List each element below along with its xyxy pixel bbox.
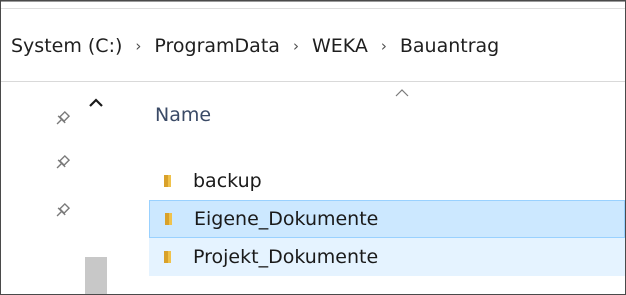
sort-ascending-icon[interactable] [394, 88, 410, 98]
list-item-label: Eigene_Dokumente [194, 208, 379, 230]
folder-icon [164, 175, 171, 187]
divider [1, 1, 625, 2]
breadcrumb-item-bauantrag[interactable]: Bauantrag [400, 31, 499, 61]
list-item-label: backup [193, 170, 262, 192]
scrollbar-thumb[interactable] [85, 257, 107, 294]
list-item[interactable]: Eigene_Dokumente [149, 200, 625, 238]
file-explorer-window: System (C:) › ProgramData › WEKA › Bauan… [0, 0, 626, 295]
file-list: Name backup Eigene_Dokumente Projekt_Dok… [149, 82, 625, 294]
pin-icon[interactable] [53, 154, 71, 172]
title-strip [1, 1, 625, 9]
chevron-right-icon[interactable]: › [122, 37, 154, 55]
column-header-name[interactable]: Name [155, 104, 211, 126]
navigation-pane [1, 82, 111, 294]
pin-icon[interactable] [53, 202, 71, 220]
chevron-right-icon[interactable]: › [368, 37, 400, 55]
breadcrumb-item-programdata[interactable]: ProgramData [154, 31, 280, 61]
chevron-right-icon[interactable]: › [280, 37, 312, 55]
breadcrumb-item-system-c[interactable]: System (C:) [11, 31, 122, 61]
list-item[interactable]: Projekt_Dokumente [149, 238, 625, 276]
folder-icon [164, 251, 171, 263]
breadcrumb-item-weka[interactable]: WEKA [312, 31, 368, 61]
pin-icon[interactable] [53, 110, 71, 128]
breadcrumb[interactable]: System (C:) › ProgramData › WEKA › Bauan… [1, 11, 625, 82]
list-item-label: Projekt_Dokumente [193, 246, 379, 268]
folder-icon [165, 213, 172, 225]
chevron-up-icon[interactable] [85, 92, 107, 114]
list-item[interactable]: backup [149, 162, 625, 200]
